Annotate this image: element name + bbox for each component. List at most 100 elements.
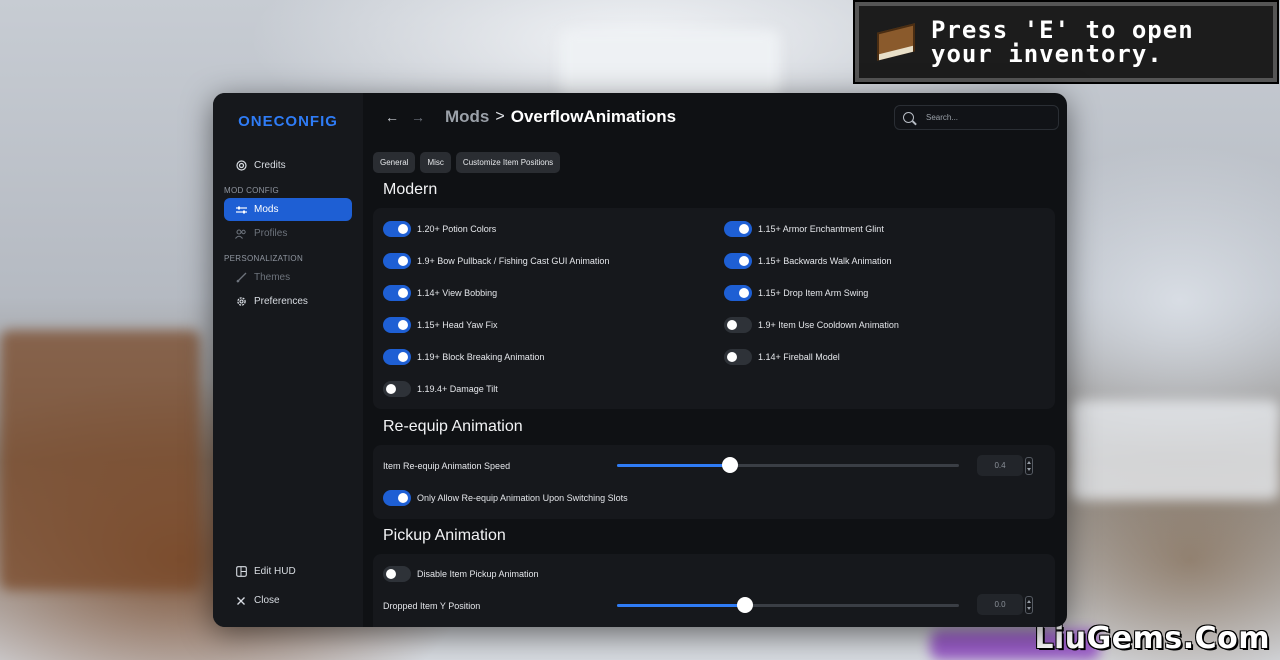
section-label-mod-config: MOD CONFIG [224,186,279,195]
slider-thumb[interactable] [721,457,738,473]
option-row[interactable]: 1.19+ Block Breaking Animation [383,349,544,365]
sidebar-item-mods[interactable]: Mods [224,198,352,221]
reequip-speed-value[interactable]: 0.4 [977,455,1023,476]
forward-arrow-icon[interactable]: → [411,109,437,125]
toggle-switch[interactable] [724,221,752,237]
sidebar-item-credits[interactable]: Credits [224,154,352,177]
search-input[interactable] [926,113,1036,122]
toggle-switch[interactable] [383,490,411,506]
option-label: 1.9+ Item Use Cooldown Animation [758,320,899,330]
gear-icon [235,296,247,308]
toggle-switch[interactable] [383,317,411,333]
page-title: OverflowAnimations [510,107,677,126]
option-row[interactable]: 1.15+ Backwards Walk Animation [724,253,891,269]
inventory-hint-toast: Press 'E' to open your inventory. [853,0,1279,84]
option-row[interactable]: 1.15+ Drop Item Arm Swing [724,285,868,301]
stepper-arrows-icon[interactable] [1025,596,1033,614]
slider-fill [617,464,730,467]
option-label: 1.19+ Block Breaking Animation [417,352,545,362]
option-row[interactable]: 1.15+ Armor Enchantment Glint [724,221,884,237]
toggle-switch[interactable] [383,566,411,582]
section-title-reequip: Re-equip Animation [383,418,523,435]
option-label: 1.15+ Backwards Walk Animation [758,256,892,266]
sidebar-item-label: Preferences [254,296,308,307]
slider-thumb[interactable] [737,597,754,613]
option-row[interactable]: 1.20+ Potion Colors [383,221,496,237]
category-tabs: General Misc Customize Item Positions [373,152,1067,173]
sliders-icon [235,204,247,216]
sidebar-item-profiles[interactable]: Profiles [224,222,352,245]
sidebar-bottom: Edit HUD Close [213,560,363,613]
topbar: ← → Mods > OverflowAnimations [373,93,1067,141]
option-row[interactable]: 1.14+ View Bobbing [383,285,497,301]
back-arrow-icon[interactable]: ← [385,109,411,125]
main-content: ← → Mods > OverflowAnimations General Mi… [363,93,1067,627]
oneconfig-logo: ONECONFIG [213,113,363,130]
book-icon [873,22,919,62]
sidebar-item-themes[interactable]: Themes [224,266,352,289]
toast-message: Press 'E' to open your inventory. [931,16,1194,68]
option-row[interactable]: 1.15+ Head Yaw Fix [383,317,497,333]
sidebar: ONECONFIG Credits MOD CONFIG Mods Profil… [213,93,363,627]
toggle-switch[interactable] [383,221,411,237]
toggle-switch[interactable] [724,253,752,269]
watermark: LiuGems.Com [1034,621,1270,656]
toggle-switch[interactable] [724,285,752,301]
sidebar-item-preferences[interactable]: Preferences [224,290,352,313]
search-icon [903,112,914,123]
close-button[interactable]: Close [224,589,352,612]
search-box[interactable] [894,105,1059,130]
tab-customize-item-positions[interactable]: Customize Item Positions [455,152,561,173]
background-wood-block [0,330,200,590]
slider-label: Dropped Item Y Position [383,601,481,611]
tab-misc[interactable]: Misc [420,152,451,173]
toggle-switch[interactable] [383,285,411,301]
toggle-switch[interactable] [383,349,411,365]
logo-text: ONECONFIG [238,113,338,130]
option-label: 1.9+ Bow Pullback / Fishing Cast GUI Ani… [417,256,610,266]
toggle-switch[interactable] [383,381,411,397]
reequip-speed-slider[interactable] [617,457,959,473]
option-row[interactable]: 1.19.4+ Damage Tilt [383,381,498,397]
sidebar-item-label: Mods [254,204,279,215]
slider-label: Item Re-equip Animation Speed [383,461,511,471]
close-icon [235,595,247,607]
section-title-pickup: Pickup Animation [383,527,506,544]
breadcrumb-chevron-icon: > [495,108,505,125]
toggle-switch[interactable] [724,317,752,333]
option-label: 1.14+ View Bobbing [417,288,498,298]
layout-icon [235,566,247,578]
dropped-item-y-slider[interactable] [617,597,959,613]
option-label: 1.15+ Armor Enchantment Glint [758,224,884,234]
stepper-arrows-icon[interactable] [1025,457,1033,475]
pickup-panel: Disable Item Pickup Animation Dropped It… [373,554,1055,627]
option-row[interactable]: Only Allow Re-equip Animation Upon Switc… [383,490,628,506]
option-row[interactable]: Disable Item Pickup Animation [383,566,539,582]
toggle-switch[interactable] [724,349,752,365]
background-snow-block [1070,400,1280,500]
toggle-switch[interactable] [383,253,411,269]
brush-icon [235,272,247,284]
sidebar-item-label: Credits [254,160,286,171]
option-label: 1.19.4+ Damage Tilt [417,384,498,394]
section-label-personalization: PERSONALIZATION [224,254,304,263]
option-label: Only Allow Re-equip Animation Upon Switc… [417,493,628,503]
option-row[interactable]: 1.9+ Item Use Cooldown Animation [724,317,899,333]
users-icon [235,228,247,240]
option-label: 1.14+ Fireball Model [758,352,840,362]
credits-icon [235,160,247,172]
sidebar-item-label: Profiles [254,228,288,239]
option-row[interactable]: 1.9+ Bow Pullback / Fishing Cast GUI Ani… [383,253,609,269]
modern-panel: 1.20+ Potion Colors 1.9+ Bow Pullback / … [373,208,1055,409]
dropped-item-y-value[interactable]: 0.0 [977,594,1023,615]
breadcrumb-parent[interactable]: Mods [445,107,489,127]
option-label: 1.15+ Drop Item Arm Swing [758,288,869,298]
close-label: Close [254,595,280,606]
option-label: Disable Item Pickup Animation [417,569,539,579]
option-row[interactable]: 1.14+ Fireball Model [724,349,840,365]
section-title-modern: Modern [383,181,438,198]
tab-general[interactable]: General [373,152,416,173]
edit-hud-button[interactable]: Edit HUD [224,560,352,583]
reequip-panel: Item Re-equip Animation Speed 0.4 Only A… [373,445,1055,519]
oneconfig-window: ONECONFIG Credits MOD CONFIG Mods Profil… [213,93,1067,627]
